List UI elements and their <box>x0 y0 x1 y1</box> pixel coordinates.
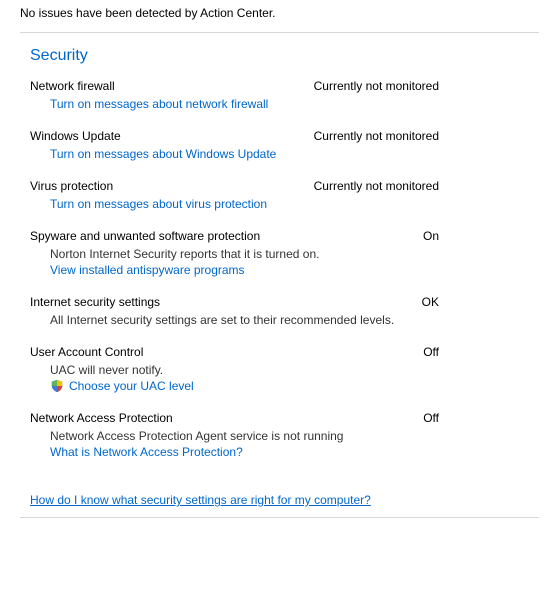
item-detail: Network Access Protection Agent service … <box>0 429 559 445</box>
item-status: OK <box>422 295 539 309</box>
link-choose-uac-level[interactable]: Choose your UAC level <box>69 379 194 393</box>
item-title: Network firewall <box>30 79 115 93</box>
item-spyware-protection: Spyware and unwanted software protection… <box>0 223 559 247</box>
item-uac: User Account Control Off <box>0 339 559 363</box>
item-status: Currently not monitored <box>314 79 539 93</box>
shield-icon <box>50 379 64 393</box>
link-windows-update-messages[interactable]: Turn on messages about Windows Update <box>50 147 276 161</box>
section-header-security[interactable]: Security <box>0 33 559 73</box>
item-status: Off <box>423 345 539 359</box>
link-view-antispyware[interactable]: View installed antispyware programs <box>50 263 245 277</box>
item-status: Off <box>423 411 539 425</box>
item-network-firewall: Network firewall Currently not monitored <box>0 73 559 97</box>
top-status-text: No issues have been detected by Action C… <box>0 6 559 32</box>
item-status: On <box>423 229 539 243</box>
item-nap: Network Access Protection Off <box>0 405 559 429</box>
item-windows-update: Windows Update Currently not monitored <box>0 123 559 147</box>
item-title: Internet security settings <box>30 295 160 309</box>
link-security-settings-help[interactable]: How do I know what security settings are… <box>30 493 371 507</box>
item-detail: Norton Internet Security reports that it… <box>0 247 559 263</box>
item-title: Network Access Protection <box>30 411 173 425</box>
item-status: Currently not monitored <box>314 179 539 193</box>
item-internet-security: Internet security settings OK <box>0 289 559 313</box>
item-title: User Account Control <box>30 345 143 359</box>
item-title: Virus protection <box>30 179 113 193</box>
item-detail: All Internet security settings are set t… <box>0 313 559 339</box>
item-title: Spyware and unwanted software protection <box>30 229 260 243</box>
link-what-is-nap[interactable]: What is Network Access Protection? <box>50 445 243 459</box>
link-firewall-messages[interactable]: Turn on messages about network firewall <box>50 97 268 111</box>
item-title: Windows Update <box>30 129 121 143</box>
item-status: Currently not monitored <box>314 129 539 143</box>
item-detail: UAC will never notify. <box>0 363 559 379</box>
divider-bottom <box>20 517 539 518</box>
item-virus-protection: Virus protection Currently not monitored <box>0 173 559 197</box>
link-virus-messages[interactable]: Turn on messages about virus protection <box>50 197 267 211</box>
